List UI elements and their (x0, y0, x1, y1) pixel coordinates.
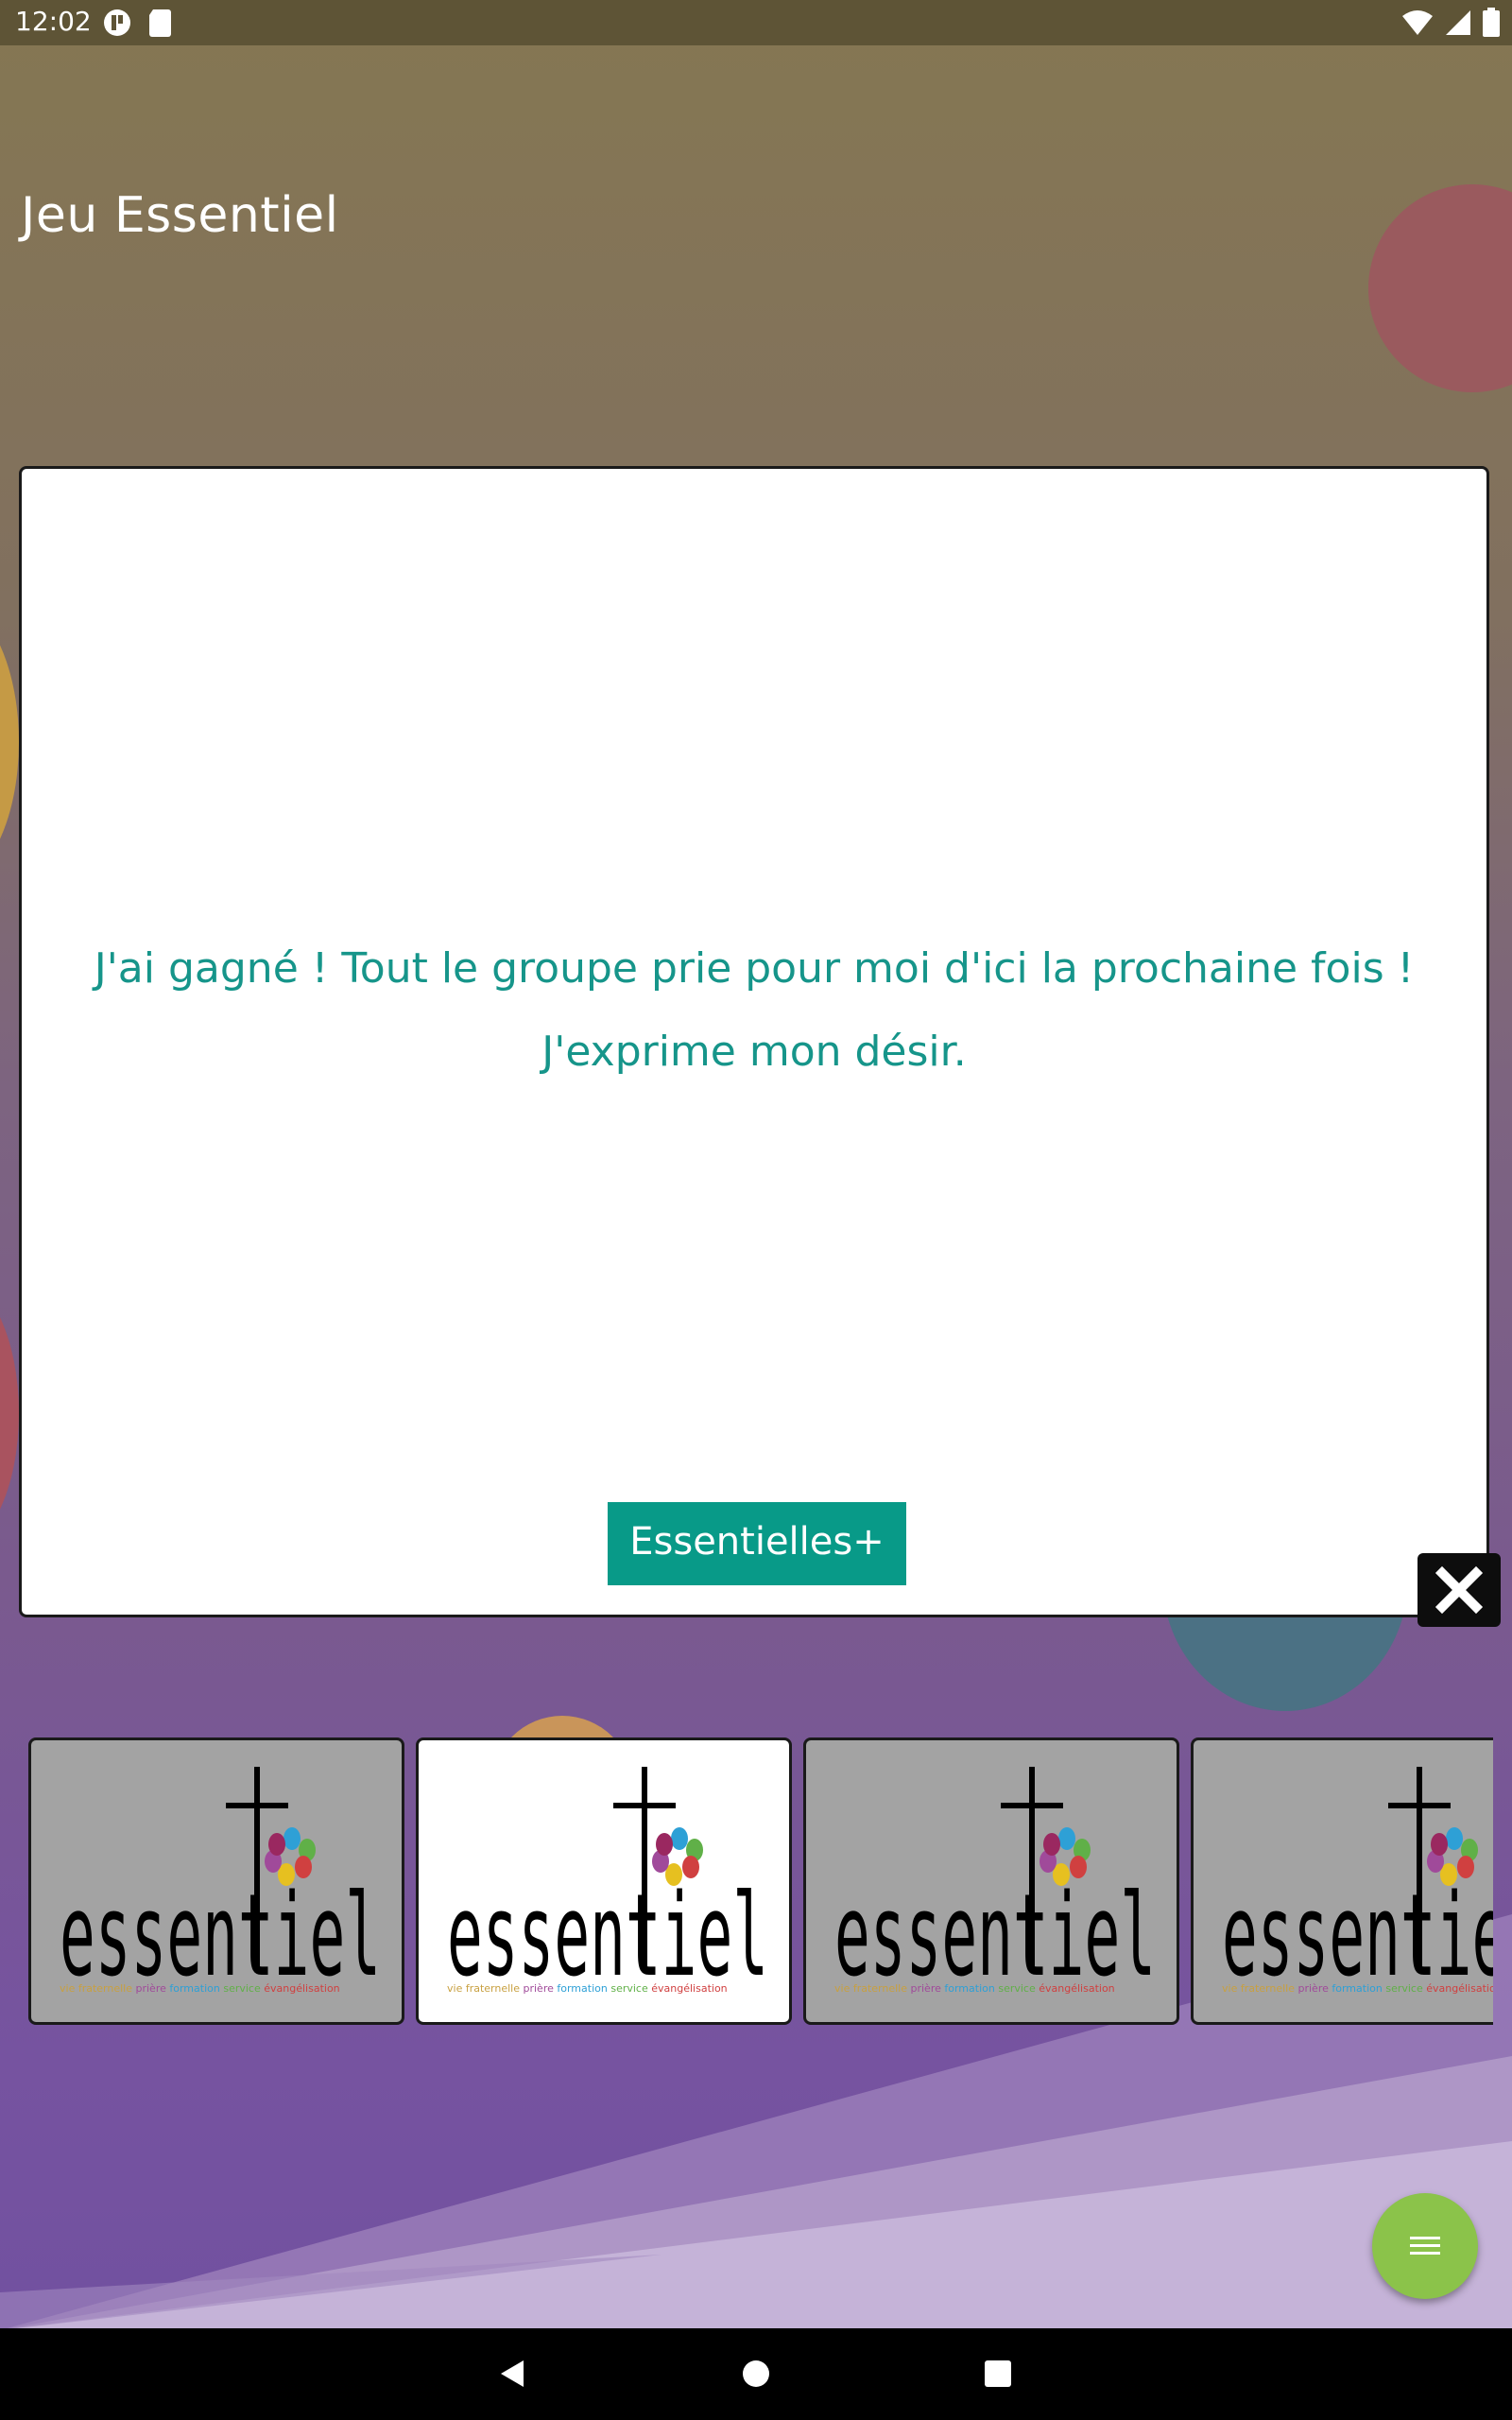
app-screen: 12:02 Jeu Essentiel J'ai gagné ! Tout le… (0, 0, 1512, 2420)
home-button[interactable] (731, 2349, 781, 2398)
essentiel-logo: essentielvie fraternelle prière formatio… (447, 1767, 768, 2002)
essentiel-logo: essentielvie fraternelle prière formatio… (1222, 1767, 1493, 2002)
signal-icon (1444, 9, 1472, 41)
logo-tagline: vie fraternelle prière formation service… (447, 1982, 728, 1995)
essentiel-logo: essentielvie fraternelle prière formatio… (834, 1767, 1156, 2002)
menu-fab[interactable] (1372, 2193, 1478, 2299)
back-button[interactable] (488, 2349, 537, 2398)
challenge-card: J'ai gagné ! Tout le groupe prie pour mo… (19, 466, 1489, 1617)
status-time: 12:02 (15, 6, 92, 37)
battery-icon (1482, 8, 1501, 42)
card-tile[interactable]: essentiel vie fraternelle prière formatio… (803, 1737, 1179, 2025)
logo-tagline: vie fraternelle prière formation service… (1222, 1982, 1493, 1995)
recents-button[interactable] (973, 2349, 1022, 2398)
recents-icon (985, 2360, 1011, 2387)
wifi-icon (1400, 9, 1435, 41)
notification-app-icon (102, 8, 132, 42)
decor-circle-pink (0, 1276, 19, 1550)
card-message: J'ai gagné ! Tout le groupe prie pour mo… (60, 927, 1449, 1094)
card-tile[interactable]: essentiel vie fraternelle prière formatio… (1191, 1737, 1493, 2025)
logo-tagline: vie fraternelle prière formation service… (834, 1982, 1115, 1995)
logo-tagline: vie fraternelle prière formation service… (60, 1982, 340, 1995)
card-message-line1: J'ai gagné ! Tout le groupe prie pour mo… (94, 944, 1415, 993)
page-title: Jeu Essentiel (21, 187, 339, 244)
card-deck-carousel[interactable]: essentiel vie fraternelle prière formatio… (28, 1737, 1493, 2027)
sd-card-icon (147, 8, 174, 42)
card-tile[interactable]: essentiel vie fraternelle prière formatio… (416, 1737, 792, 2025)
card-message-line2: J'exprime mon désir. (541, 1028, 967, 1076)
decor-circle-yellow (0, 596, 19, 889)
home-icon (743, 2360, 769, 2387)
card-tile[interactable]: essentiel vie fraternelle prière formatio… (28, 1737, 404, 2025)
menu-icon (1410, 2237, 1440, 2255)
back-icon (501, 2360, 524, 2387)
decor-circle-red (1368, 184, 1512, 392)
close-icon (1435, 1565, 1484, 1615)
navigation-bar (0, 2328, 1512, 2420)
essentielles-plus-button[interactable]: Essentielles+ (608, 1502, 906, 1585)
essentiel-logo: essentielvie fraternelle prière formatio… (60, 1767, 381, 2002)
status-bar: 12:02 (0, 0, 1512, 45)
close-button[interactable] (1418, 1553, 1501, 1627)
